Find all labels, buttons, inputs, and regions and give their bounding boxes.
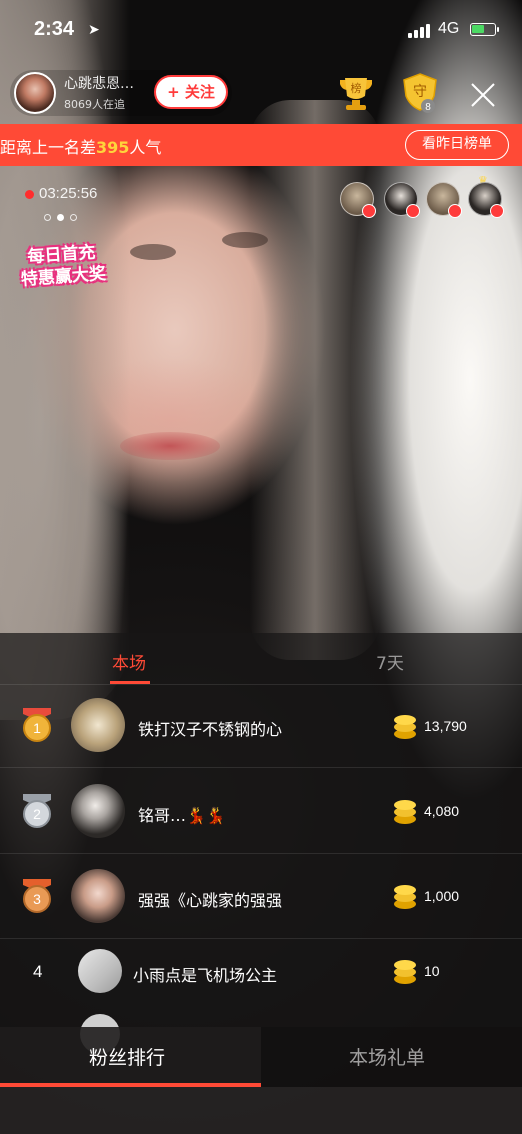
guard-count: 8 xyxy=(425,102,431,113)
video-mouth xyxy=(120,432,220,460)
user-name: 铁打汉子不锈钢的心 xyxy=(138,720,283,739)
user-avatar[interactable] xyxy=(71,784,125,838)
rank-gap-suffix: 人气 xyxy=(129,138,162,157)
rank-number: 3 xyxy=(33,891,41,907)
status-bar: 2:34 ➤ 4G xyxy=(0,14,522,50)
trophy-rank-icon[interactable]: 榜 xyxy=(336,74,376,112)
yesterday-ranking-button[interactable]: 看昨日榜单 xyxy=(405,130,509,160)
user-avatar[interactable] xyxy=(71,869,125,923)
contribution-value: 1,000 xyxy=(424,888,460,904)
user-name: 强强《心跳家的强强 xyxy=(138,891,283,910)
host-name: 心跳悲恩… xyxy=(64,76,134,92)
host-avatar[interactable] xyxy=(14,72,56,114)
bronze-medal-icon: 3 xyxy=(23,879,51,913)
rank-number: 4 xyxy=(33,962,43,981)
coin-stack-icon xyxy=(394,885,416,909)
host-followers: 8069人在追 xyxy=(64,98,125,111)
rank-number: 1 xyxy=(33,720,41,736)
divider xyxy=(0,938,522,939)
signal-icon xyxy=(408,24,430,38)
video-eye-left xyxy=(130,244,176,260)
carousel-pager xyxy=(44,214,77,221)
bottom-safe-area xyxy=(0,1087,522,1134)
clock: 2:34 xyxy=(34,18,75,40)
rank-number: 2 xyxy=(33,806,41,822)
tab-current-session[interactable]: 本场 xyxy=(112,649,146,674)
follow-button[interactable]: + 关注 xyxy=(154,75,228,109)
user-name: 小雨点是飞机场公主 xyxy=(133,966,278,985)
live-indicator-icon xyxy=(25,190,34,199)
guard-icon-label: 守 xyxy=(413,84,427,100)
viewer-avatar[interactable] xyxy=(468,182,504,218)
tab-7-days[interactable]: 7天 xyxy=(376,649,404,674)
rank-gap-prefix: 距离上一名差 xyxy=(0,138,97,157)
viewer-avatar[interactable] xyxy=(426,182,462,218)
coin-stack-icon xyxy=(394,800,416,824)
user-avatar[interactable] xyxy=(71,698,125,752)
viewer-avatar[interactable] xyxy=(384,182,420,218)
divider xyxy=(0,684,522,685)
contribution-value: 13,790 xyxy=(424,718,467,734)
rank-gap-number: 395 xyxy=(96,138,130,157)
promo-line-2: 特惠赢大奖 xyxy=(20,263,107,290)
contribution-value: 10 xyxy=(424,963,440,979)
close-icon[interactable] xyxy=(468,80,498,110)
silver-medal-icon: 2 xyxy=(23,794,51,828)
location-arrow-icon: ➤ xyxy=(88,22,100,38)
gold-medal-icon: 1 xyxy=(23,708,51,742)
coin-stack-icon xyxy=(394,960,416,984)
user-avatar[interactable] xyxy=(78,949,122,993)
divider xyxy=(0,853,522,854)
video-eye-right xyxy=(222,232,268,248)
user-name: 铭哥…💃💃 xyxy=(138,806,226,825)
network-type: 4G xyxy=(438,20,460,37)
battery-icon xyxy=(470,23,499,36)
tab-gift-list[interactable]: 本场礼单 xyxy=(349,1043,425,1070)
tab-fan-ranking[interactable]: 粉丝排行 xyxy=(89,1043,165,1070)
guard-shield-icon[interactable]: 守 8 xyxy=(400,72,440,114)
divider xyxy=(0,767,522,768)
rank-icon-label: 榜 xyxy=(351,81,362,95)
daily-recharge-promo[interactable]: 每日首充 特惠赢大奖 xyxy=(14,235,109,291)
rank-gap-text: 距离上一名差395人气 xyxy=(0,134,161,158)
coin-stack-icon xyxy=(394,715,416,739)
live-elapsed-time: 03:25:56 xyxy=(39,185,98,202)
viewer-avatar[interactable] xyxy=(340,182,376,218)
contribution-value: 4,080 xyxy=(424,803,460,819)
